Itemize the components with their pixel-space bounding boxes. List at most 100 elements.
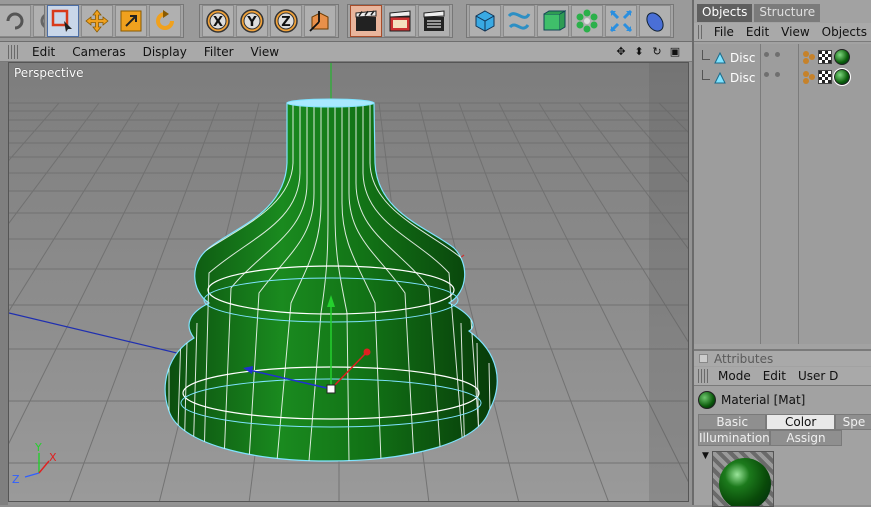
objects-column-separator xyxy=(798,44,799,344)
viewport-camera-label[interactable]: Perspective xyxy=(14,66,84,80)
corner-axis-z-label: Z xyxy=(12,473,20,486)
objects-menu-edit[interactable]: Edit xyxy=(740,25,775,39)
coordinate-system-button[interactable] xyxy=(304,5,336,37)
texture-tag-icon[interactable] xyxy=(818,50,832,64)
array-icon xyxy=(576,9,598,33)
list-item-name: Disc xyxy=(702,70,755,86)
editor-visibility-dot[interactable] xyxy=(764,52,769,57)
objects-menubar: File Edit View Objects xyxy=(694,23,871,42)
viewport-menu-view[interactable]: View xyxy=(243,45,288,59)
deformer-button[interactable] xyxy=(605,5,637,37)
tab-objects[interactable]: Objects xyxy=(697,4,753,22)
render-visibility-dot[interactable] xyxy=(775,52,780,57)
objects-grip-handle[interactable] xyxy=(698,25,704,39)
visibility-dots[interactable] xyxy=(764,72,780,77)
attributes-menu-user-data[interactable]: User D xyxy=(792,369,844,383)
tree-line xyxy=(702,70,710,80)
render-view-icon xyxy=(355,10,377,31)
toolbar-group-render xyxy=(347,4,453,38)
zoom-view-icon[interactable]: ⬍ xyxy=(632,44,646,58)
viewport-scene: Y Z X xyxy=(9,63,688,501)
material-preview-area: ▼ xyxy=(698,449,871,507)
live-select-button[interactable] xyxy=(47,5,79,37)
x-axis-button[interactable]: X xyxy=(202,5,234,37)
render-view-button[interactable] xyxy=(350,5,382,37)
render-visibility-dot[interactable] xyxy=(775,72,780,77)
corner-axis-x-label: X xyxy=(49,451,57,464)
list-item-label: Disc xyxy=(730,51,756,65)
rotate-view-icon[interactable]: ↻ xyxy=(650,44,664,58)
objects-menu-objects[interactable]: Objects xyxy=(816,25,871,39)
corner-axis-y-label: Y xyxy=(34,441,42,454)
list-item[interactable]: Disc xyxy=(694,48,871,68)
viewport-panel: Edit Cameras Display Filter View ✥ ⬍ ↻ ▣ xyxy=(0,42,692,505)
attributes-title: Attributes xyxy=(714,351,774,366)
viewport-left-strip xyxy=(0,62,8,505)
undo-button[interactable] xyxy=(0,5,31,37)
visibility-dots[interactable] xyxy=(764,52,780,57)
nurbs-button[interactable] xyxy=(537,5,569,37)
viewport-safe-frame xyxy=(649,63,688,501)
undo-icon xyxy=(6,12,24,30)
attributes-menu-edit[interactable]: Edit xyxy=(757,369,792,383)
attributes-grip-handle[interactable] xyxy=(698,369,708,383)
tab-illumination[interactable]: Illumination xyxy=(698,430,770,446)
toolbar-group-tools xyxy=(44,4,184,38)
attributes-panel-toggle[interactable] xyxy=(699,354,708,363)
nurbs-icon xyxy=(543,10,566,31)
z-axis-label: Z xyxy=(281,15,290,30)
tab-specular[interactable]: Spe xyxy=(834,414,871,430)
viewport-canvas[interactable]: Y Z X Perspective xyxy=(8,62,689,502)
move-button[interactable] xyxy=(81,5,113,37)
scene-icon xyxy=(646,12,664,32)
coordinate-system-icon xyxy=(309,11,329,32)
tab-structure[interactable]: Structure xyxy=(754,4,821,22)
cube-icon xyxy=(475,10,495,32)
list-item[interactable]: Disc xyxy=(694,68,871,88)
render-picture-button[interactable] xyxy=(384,5,416,37)
objects-column-separator xyxy=(760,44,761,344)
array-button[interactable] xyxy=(571,5,603,37)
tab-basic[interactable]: Basic xyxy=(698,414,767,430)
viewport-menu-edit[interactable]: Edit xyxy=(24,45,64,59)
move-view-icon[interactable]: ✥ xyxy=(614,44,628,58)
maximize-view-icon[interactable]: ▣ xyxy=(668,44,682,58)
move-icon xyxy=(85,9,109,33)
objects-menu-view[interactable]: View xyxy=(775,25,815,39)
phong-tag-icon[interactable] xyxy=(802,50,816,64)
material-tag-icon[interactable] xyxy=(833,68,851,86)
disc-icon xyxy=(714,52,726,64)
texture-tag-icon[interactable] xyxy=(818,70,832,84)
scale-button[interactable] xyxy=(115,5,147,37)
viewport-menubar: Edit Cameras Display Filter View ✥ ⬍ ↻ ▣ xyxy=(0,42,692,62)
material-preview[interactable] xyxy=(712,451,774,507)
viewport-menu-filter[interactable]: Filter xyxy=(196,45,243,59)
cube-button[interactable] xyxy=(469,5,501,37)
viewport-menu-display[interactable]: Display xyxy=(135,45,196,59)
z-axis-icon: Z xyxy=(274,9,298,33)
scene-button[interactable] xyxy=(639,5,671,37)
spline-pen-icon xyxy=(507,12,531,30)
toolbar-group-objects xyxy=(466,4,674,38)
material-tag-icon[interactable] xyxy=(834,49,850,65)
phong-tag-icon[interactable] xyxy=(802,70,816,84)
material-title-label: Material [Mat] xyxy=(721,393,806,407)
material-preview-ball xyxy=(719,458,771,506)
y-axis-icon: Y xyxy=(240,9,264,33)
editor-visibility-dot[interactable] xyxy=(764,72,769,77)
attributes-menu-mode[interactable]: Mode xyxy=(712,369,757,383)
z-axis-button[interactable]: Z xyxy=(270,5,302,37)
x-axis-label: X xyxy=(213,15,223,30)
tree-line xyxy=(702,50,710,60)
rotate-button[interactable] xyxy=(149,5,181,37)
spline-pen-button[interactable] xyxy=(503,5,535,37)
tab-assign[interactable]: Assign xyxy=(770,430,842,446)
viewport-menu-cameras[interactable]: Cameras xyxy=(64,45,134,59)
preview-menu-arrow-icon[interactable]: ▼ xyxy=(702,451,709,461)
render-settings-button[interactable] xyxy=(418,5,450,37)
viewport-grip-handle[interactable] xyxy=(8,44,18,59)
objects-menu-file[interactable]: File xyxy=(708,25,740,39)
attribute-tabs: Basic Color Spe Illumination Assign xyxy=(698,414,871,446)
y-axis-button[interactable]: Y xyxy=(236,5,268,37)
tab-color[interactable]: Color xyxy=(766,414,835,430)
